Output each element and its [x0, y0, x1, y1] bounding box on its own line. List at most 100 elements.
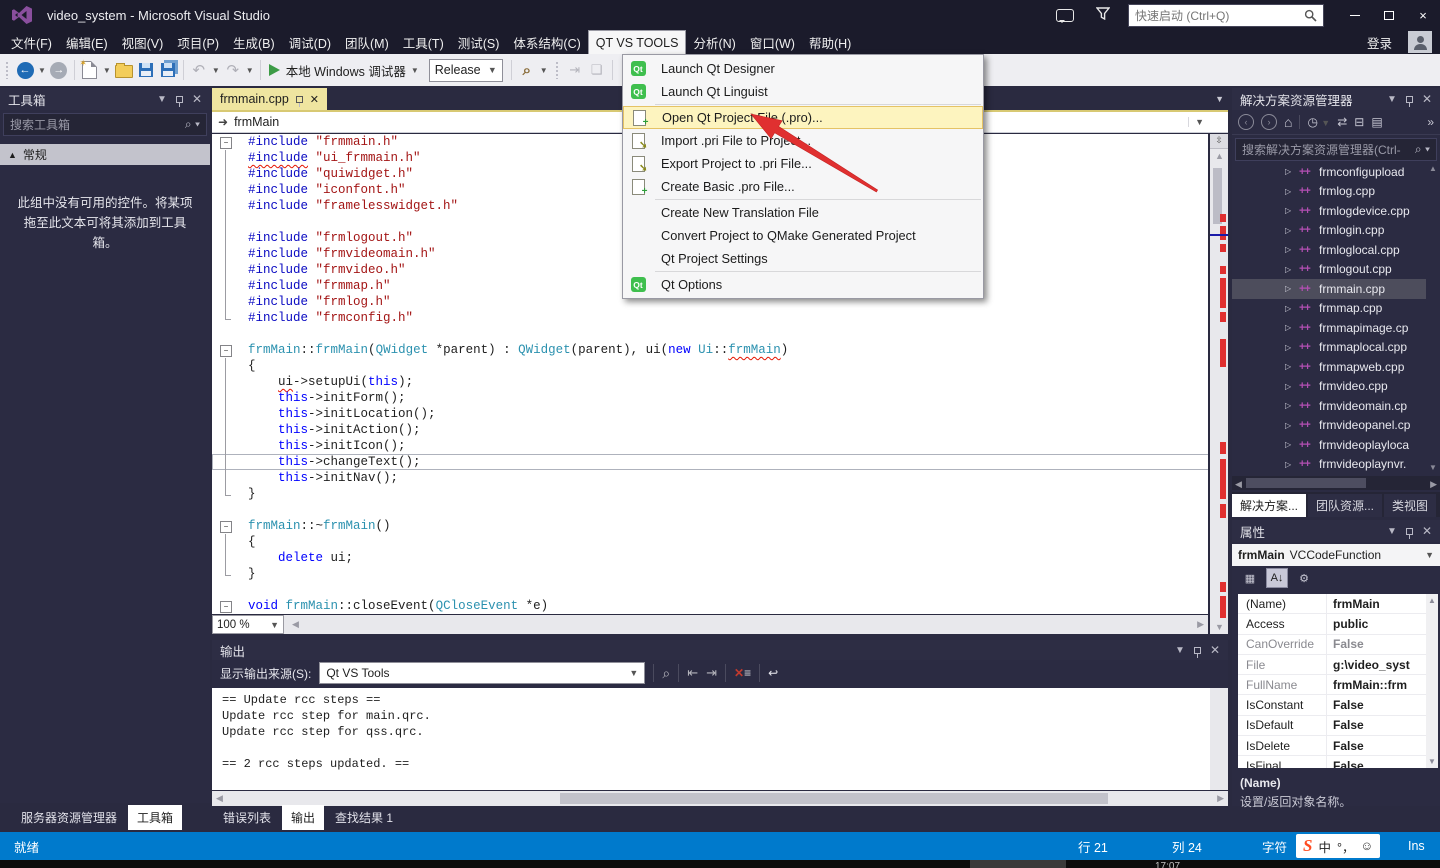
code-line-22[interactable]: this->initNav(); [212, 470, 1208, 486]
scrollbar-thumb[interactable] [1246, 478, 1366, 488]
properties-object-combobox[interactable]: frmMain VCCodeFunction ▼ [1232, 544, 1440, 566]
find-in-files-button[interactable]: ⌕ [516, 58, 538, 82]
tree-item-frmmapweb.cpp[interactable]: ▷++frmmapweb.cpp [1232, 357, 1426, 377]
left-tab-1[interactable]: 工具箱 [128, 805, 182, 830]
qt-menu-item-0[interactable]: QtLaunch Qt Designer [623, 57, 983, 80]
open-file-button[interactable] [113, 58, 135, 82]
comment-button[interactable]: ❏ [586, 58, 608, 82]
expand-arrow-icon[interactable]: ▷ [1285, 362, 1299, 371]
menu-item-8[interactable]: 测试(S) [451, 30, 507, 54]
start-debug-button[interactable]: 本地 Windows 调试器 ▼ [269, 58, 421, 82]
property-row-IsConstant[interactable]: IsConstantFalse [1238, 695, 1426, 715]
ime-language-mode[interactable]: 中 [1318, 837, 1331, 856]
tree-vertical-scrollbar[interactable]: ▲ ▼ [1426, 162, 1440, 474]
save-all-button[interactable] [157, 58, 179, 82]
dropdown-icon[interactable]: ▼ [1425, 550, 1434, 560]
pin-icon[interactable] [176, 96, 183, 103]
active-files-dropdown-icon[interactable]: ▼ [1215, 94, 1224, 104]
code-line-15[interactable]: { [212, 358, 1208, 374]
navigate-back-button[interactable]: ← [14, 58, 36, 82]
close-icon[interactable]: ✕ [1422, 524, 1432, 538]
tree-item-frmvideoplayloca[interactable]: ▷++frmvideoplayloca [1232, 435, 1426, 455]
code-line-18[interactable]: this->initLocation(); [212, 406, 1208, 422]
expand-arrow-icon[interactable]: ▷ [1285, 226, 1299, 235]
quick-launch-search[interactable]: 快速启动 (Ctrl+Q) [1128, 4, 1324, 27]
toolbox-section-general[interactable]: ▲ 常规 [0, 144, 210, 165]
expand-arrow-icon[interactable]: ▷ [1285, 440, 1299, 449]
sign-in-link[interactable]: 登录 [1367, 33, 1392, 52]
property-row-IsFinal[interactable]: IsFinalFalse [1238, 756, 1426, 768]
property-row-File[interactable]: Fileg:\video_syst [1238, 655, 1426, 675]
code-line-14[interactable]: −frmMain::frmMain(QWidget *parent) : QWi… [212, 342, 1208, 358]
toggle-word-wrap-icon[interactable]: ↩ [768, 666, 778, 680]
splitter-handle[interactable]: ⇳ [1210, 134, 1228, 149]
property-row-FullName[interactable]: FullNamefrmMain::frm [1238, 675, 1426, 695]
code-line-17[interactable]: this->initForm(); [212, 390, 1208, 406]
qt-menu-item-9[interactable]: QtQt Options [623, 273, 983, 296]
minimize-button[interactable] [1338, 1, 1372, 29]
menu-item-1[interactable]: 编辑(E) [59, 30, 115, 54]
tree-item-frmmapimage.cp[interactable]: ▷++frmmapimage.cp [1232, 318, 1426, 338]
property-row-IsDelete[interactable]: IsDeleteFalse [1238, 736, 1426, 756]
navigate-forward-button[interactable]: → [48, 58, 70, 82]
scroll-right-icon[interactable]: ▶ [1217, 793, 1224, 804]
solution-explorer-search[interactable]: 搜索解决方案资源管理器(Ctrl- ⌕ ▾ [1235, 138, 1437, 161]
toolbox-header[interactable]: 工具箱 ▼ ✕ [0, 88, 210, 110]
expand-arrow-icon[interactable]: ▷ [1285, 304, 1299, 313]
tree-item-frmlogout.cpp[interactable]: ▷++frmlogout.cpp [1232, 260, 1426, 280]
search-icon[interactable]: ⌕ ▾ [1415, 142, 1430, 157]
code-line-20[interactable]: this->initIcon(); [212, 438, 1208, 454]
configuration-combobox[interactable]: Release ▼ [429, 59, 503, 82]
property-row-IsDefault[interactable]: IsDefaultFalse [1238, 716, 1426, 736]
indent-button[interactable]: ⇥ [564, 58, 586, 82]
sync-with-active-document-icon[interactable]: ⇄ [1337, 115, 1347, 129]
expand-arrow-icon[interactable]: ▷ [1285, 167, 1299, 176]
forward-icon[interactable]: › [1261, 114, 1277, 130]
code-line-28[interactable]: } [212, 566, 1208, 582]
tree-item-frmlogin.cpp[interactable]: ▷++frmlogin.cpp [1232, 221, 1426, 241]
tree-horizontal-scrollbar[interactable]: ◀ ▶ [1232, 476, 1440, 490]
editor-zoom-select[interactable]: 100 % ▼ [212, 615, 284, 634]
toolbox-search[interactable]: 搜索工具箱 ⌕ ▾ [3, 113, 207, 136]
editor-vertical-scrollbar[interactable]: ⇳ ▲ ▼ [1210, 134, 1228, 634]
menu-item-4[interactable]: 生成(B) [226, 30, 282, 54]
expand-arrow-icon[interactable]: ▷ [1285, 265, 1299, 274]
center-tab-2[interactable]: 查找结果 1 [326, 805, 402, 830]
tree-item-frmmain.cpp[interactable]: ▷++frmmain.cpp [1232, 279, 1426, 299]
center-tab-1[interactable]: 输出 [282, 805, 324, 830]
scroll-down-icon[interactable]: ▼ [1428, 757, 1436, 766]
menu-item-3[interactable]: 项目(P) [170, 30, 226, 54]
solution-tab-1[interactable]: 团队资源... [1308, 494, 1382, 517]
qt-menu-item-3[interactable]: ➘Import .pri File to Project... [623, 129, 983, 152]
tree-item-frmlogdevice.cpp[interactable]: ▷++frmlogdevice.cpp [1232, 201, 1426, 221]
property-row-Access[interactable]: Accesspublic [1238, 614, 1426, 634]
solution-explorer-header[interactable]: 解决方案资源管理器 ▼ ✕ [1232, 88, 1440, 110]
close-tab-icon[interactable]: ✕ [310, 93, 319, 106]
window-position-dropdown-icon[interactable]: ▼ [1175, 645, 1185, 656]
navigate-back-dropdown[interactable]: ▼ [38, 66, 46, 75]
expand-arrow-icon[interactable]: ▷ [1285, 401, 1299, 410]
avatar-icon[interactable] [1408, 31, 1432, 53]
redo-button[interactable]: ↷ [222, 58, 244, 82]
feedback-icon[interactable] [1056, 9, 1074, 22]
search-icon[interactable]: ⌕ ▾ [185, 117, 200, 132]
properties-icon[interactable]: ▤ [1371, 115, 1382, 129]
menu-item-0[interactable]: 文件(F) [4, 30, 59, 54]
left-tab-0[interactable]: 服务器资源管理器 [12, 805, 126, 830]
find-message-icon[interactable]: ⌕ [662, 665, 670, 682]
menu-item-5[interactable]: 调试(D) [282, 30, 338, 54]
property-row-(Name)[interactable]: (Name)frmMain [1238, 594, 1426, 614]
find-dropdown[interactable]: ▼ [540, 66, 548, 75]
document-tab-frmmain[interactable]: frmmain.cpp ✕ [212, 88, 327, 110]
scroll-up-icon[interactable]: ▲ [1426, 596, 1438, 605]
property-pages-icon[interactable]: ⚙ [1294, 569, 1314, 587]
output-header[interactable]: 输出 ▼ ✕ [212, 640, 1228, 660]
fold-collapse-icon[interactable]: − [220, 137, 232, 149]
save-button[interactable] [135, 58, 157, 82]
previous-message-icon[interactable]: ⇤ [687, 665, 698, 681]
ime-punctuation-mode[interactable]: °， [1337, 837, 1355, 856]
scroll-down-icon[interactable]: ▼ [1429, 463, 1437, 472]
new-file-button[interactable]: ✶ [79, 58, 101, 82]
solution-tab-2[interactable]: 类视图 [1384, 494, 1436, 517]
expand-arrow-icon[interactable]: ▷ [1285, 460, 1299, 469]
